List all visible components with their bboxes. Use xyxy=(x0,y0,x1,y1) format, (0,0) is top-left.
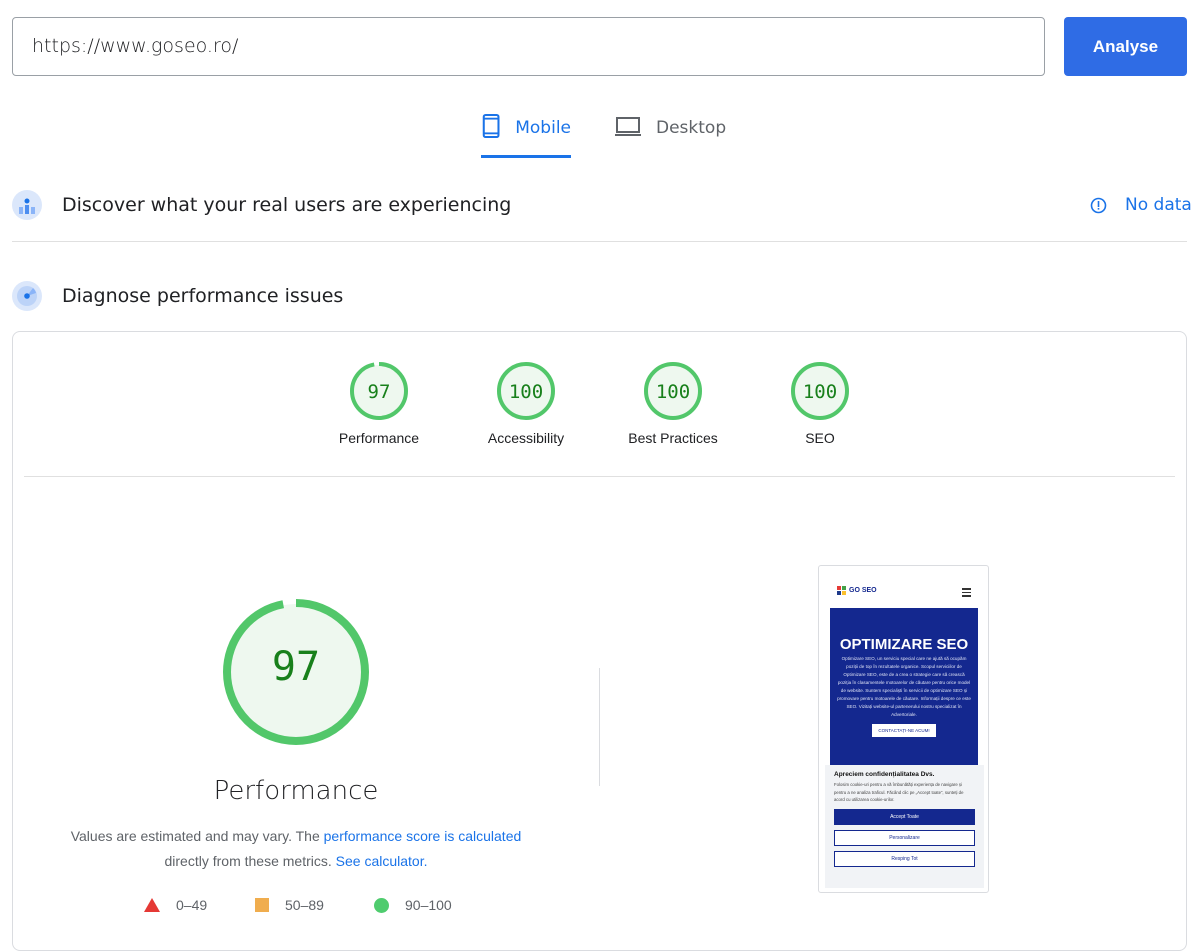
gauge-ring: 100 xyxy=(644,362,702,420)
score-value: 100 xyxy=(656,381,690,403)
field-data-section: Discover what your real users are experi… xyxy=(12,190,511,220)
legend-average: 50–89 xyxy=(255,897,324,913)
cookie-banner: Apreciem confidențialitatea Dvs. Folosim… xyxy=(825,765,984,888)
divider xyxy=(24,476,1175,477)
cookie-text: Folosim cookie-uri pentru a vă îmbunătăț… xyxy=(834,782,964,802)
no-data-label: No data xyxy=(1125,195,1192,215)
tab-desktop-label: Desktop xyxy=(656,118,727,138)
hero-text: Optimizare SEO, un serviciu special care… xyxy=(837,656,971,717)
performance-gauge-large: 97 xyxy=(216,592,376,752)
cookie-title: Apreciem confidențialitatea Dvs. xyxy=(834,771,935,778)
tab-mobile[interactable]: Mobile xyxy=(481,112,571,158)
real-users-icon xyxy=(12,190,42,220)
analyse-button[interactable]: Analyse xyxy=(1064,17,1187,76)
score-value: 97 xyxy=(368,381,391,403)
logo-icon xyxy=(837,586,846,595)
customize-button: Personalizare xyxy=(834,829,975,846)
score-value: 100 xyxy=(509,381,543,403)
hero-title: OPTIMIZARE SEO xyxy=(839,636,969,653)
score-label: Best Practices xyxy=(628,430,718,446)
diagnose-icon xyxy=(12,281,42,311)
circle-icon xyxy=(374,897,389,913)
field-data-title: Discover what your real users are experi… xyxy=(62,194,512,216)
triangle-icon xyxy=(144,898,160,912)
gauge-ring: 97 xyxy=(350,362,408,420)
vertical-divider xyxy=(599,668,600,786)
accept-button: Accept Toate xyxy=(834,808,975,825)
score-label: Performance xyxy=(338,430,420,446)
hero-banner: OPTIMIZARE SEO Optimizare SEO, un servic… xyxy=(830,608,978,766)
gauge-ring: 100 xyxy=(791,362,849,420)
url-input[interactable]: https://www.goseo.ro/ xyxy=(12,17,1045,76)
hamburger-icon xyxy=(962,588,971,597)
lab-data-section: Diagnose performance issues xyxy=(12,281,343,311)
gauge-ring: 100 xyxy=(497,362,555,420)
desc-text: Values are estimated and may vary. The xyxy=(70,828,324,844)
divider xyxy=(12,241,1187,242)
square-icon xyxy=(255,898,269,912)
laptop-icon xyxy=(615,117,641,136)
score-gauge-performance[interactable]: 97 Performance xyxy=(309,360,449,446)
info-icon xyxy=(1090,197,1107,213)
legend-label: 90–100 xyxy=(405,897,452,913)
tab-mobile-label: Mobile xyxy=(515,118,571,138)
reject-button: Resping Tot xyxy=(834,850,975,867)
tab-desktop[interactable]: Desktop xyxy=(614,112,726,158)
hero-button: CONTACTAȚI-NE ACUM! xyxy=(872,724,936,737)
legend-label: 0–49 xyxy=(176,897,208,913)
score-label: SEO xyxy=(805,430,835,446)
site-logo: GO SEO xyxy=(837,586,877,595)
score-label: Accessibility xyxy=(487,430,565,446)
score-calculated-link[interactable]: performance score is calculated xyxy=(324,828,522,844)
legend-fail: 0–49 xyxy=(144,897,207,913)
score-gauge-seo[interactable]: 100 SEO xyxy=(750,360,890,446)
performance-score-large: 97 xyxy=(271,644,321,690)
score-gauge-accessibility[interactable]: 100 Accessibility xyxy=(456,360,596,446)
legend-label: 50–89 xyxy=(285,897,324,913)
see-calculator-link[interactable]: See calculator. xyxy=(336,853,428,869)
no-data-link[interactable]: No data xyxy=(1090,195,1192,215)
performance-heading: Performance xyxy=(213,776,379,806)
score-description: Values are estimated and may vary. The p… xyxy=(40,824,552,874)
legend-pass: 90–100 xyxy=(374,897,452,913)
lab-data-title: Diagnose performance issues xyxy=(62,285,344,307)
score-value: 100 xyxy=(803,381,837,403)
desc-text: directly from these metrics. xyxy=(164,853,336,869)
score-gauge-best-practices[interactable]: 100 Best Practices xyxy=(603,360,743,446)
smartphone-icon xyxy=(482,113,500,139)
page-screenshot: GO SEO OPTIMIZARE SEO Optimizare SEO, un… xyxy=(818,565,989,893)
